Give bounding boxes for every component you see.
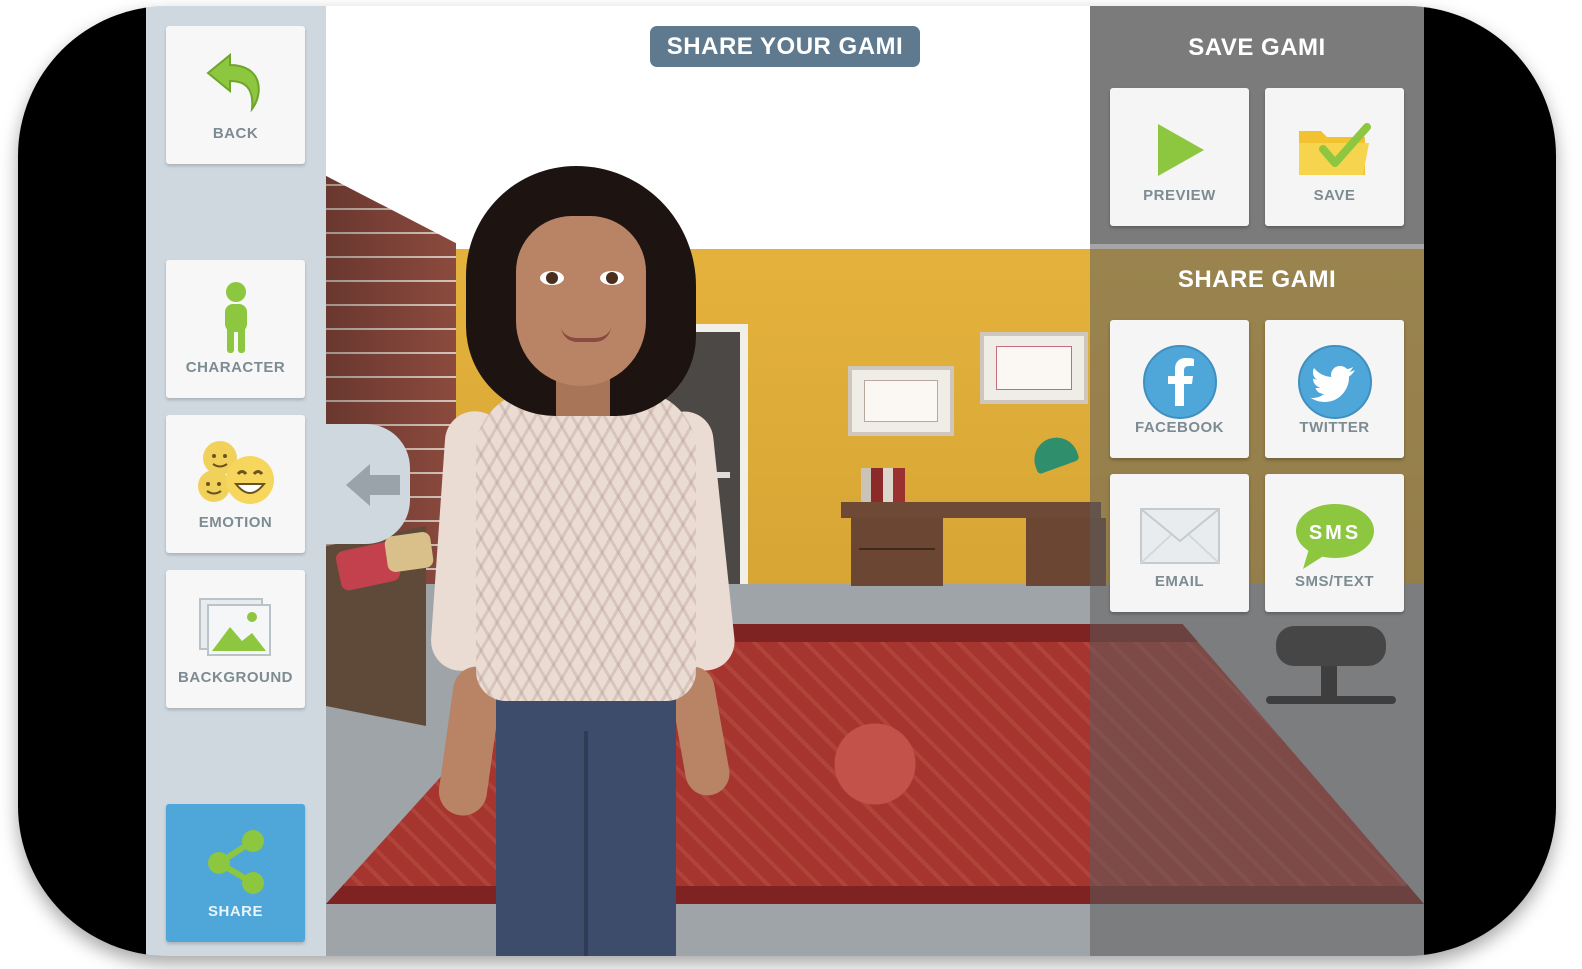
save-label: SAVE <box>1313 187 1356 204</box>
emotion-label: EMOTION <box>198 514 273 531</box>
left-toolbar: BACK CHARACTER EMOTION BACKGROUND SHARE <box>146 6 326 956</box>
scene-certificate-frame <box>848 366 954 436</box>
back-arrow-icon <box>166 48 305 120</box>
background-button[interactable]: BACKGROUND <box>166 570 305 708</box>
scene-desk <box>841 502 1101 518</box>
play-icon <box>1110 110 1249 190</box>
app-screen: SHARE YOUR GAMI BACK CHARACTER EMOTION B… <box>146 6 1424 956</box>
back-button[interactable]: BACK <box>166 26 305 164</box>
collapse-panel-tab[interactable] <box>326 424 410 544</box>
scene-certificate-frame <box>980 332 1088 404</box>
character-button[interactable]: CHARACTER <box>166 260 305 398</box>
avatar-jeans <box>496 691 676 956</box>
sms-text-button[interactable]: SMS SMS/TEXT <box>1265 474 1404 612</box>
envelope-icon <box>1110 496 1249 576</box>
preview-label: PREVIEW <box>1143 187 1216 204</box>
sms-bubble-icon: SMS <box>1265 496 1404 576</box>
character-label: CHARACTER <box>185 359 286 376</box>
share-icon <box>166 826 305 898</box>
avatar-eye <box>600 271 624 285</box>
scene-books <box>861 468 905 502</box>
facebook-button[interactable]: FACEBOOK <box>1110 320 1249 458</box>
emotion-button[interactable]: EMOTION <box>166 415 305 553</box>
save-button[interactable]: SAVE <box>1265 88 1404 226</box>
twitter-button[interactable]: TWITTER <box>1265 320 1404 458</box>
share-label: SHARE <box>207 903 263 920</box>
email-button[interactable]: EMAIL <box>1110 474 1249 612</box>
left-arrow-icon <box>346 464 400 506</box>
smiley-faces-icon <box>166 437 305 509</box>
avatar-character[interactable] <box>416 166 746 956</box>
back-label: BACK <box>212 125 259 142</box>
right-options-panel: SAVE GAMI PREVIEW SAVE SHARE GAMI FACEBO… <box>1090 6 1424 956</box>
page-title: SHARE YOUR GAMI <box>650 26 920 67</box>
facebook-icon <box>1110 342 1249 422</box>
person-icon <box>166 282 305 354</box>
avatar-eye <box>540 271 564 285</box>
scene-desk-drawers <box>851 518 943 586</box>
background-label: BACKGROUND <box>178 669 293 686</box>
avatar-face <box>516 216 646 386</box>
save-section-title: SAVE GAMI <box>1188 34 1326 61</box>
folder-check-icon <box>1265 110 1404 190</box>
share-button[interactable]: SHARE <box>166 804 305 942</box>
sms-icon-text: SMS <box>1308 522 1360 544</box>
preview-button[interactable]: PREVIEW <box>1110 88 1249 226</box>
avatar-sweater <box>476 391 696 701</box>
twitter-icon <box>1265 342 1404 422</box>
twitter-label: TWITTER <box>1299 419 1370 436</box>
facebook-label: FACEBOOK <box>1134 419 1224 436</box>
email-label: EMAIL <box>1154 573 1205 590</box>
picture-icon <box>166 592 305 664</box>
device-frame: SHARE YOUR GAMI BACK CHARACTER EMOTION B… <box>18 6 1556 956</box>
sms-text-label: SMS/TEXT <box>1294 573 1374 590</box>
share-section-title: SHARE GAMI <box>1177 266 1337 293</box>
